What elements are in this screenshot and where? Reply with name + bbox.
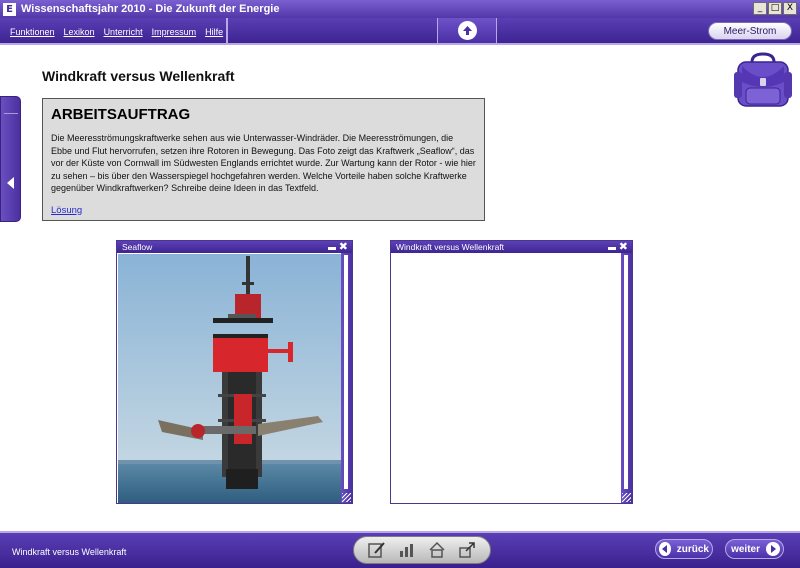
text-panel-scrollbar[interactable] — [621, 253, 632, 503]
text-panel-title: Windkraft versus Wellenkraft — [396, 242, 505, 252]
close-button[interactable]: X — [783, 2, 797, 15]
text-panel-header[interactable]: Windkraft versus Wellenkraft ✖ — [391, 241, 632, 253]
arrow-right-icon — [766, 542, 780, 556]
seaflow-photo — [118, 254, 342, 503]
menu-item-impressum[interactable]: Impressum — [152, 27, 197, 37]
maximize-button[interactable]: □ — [768, 2, 782, 15]
photo-panel-controls: ✖ — [327, 241, 348, 253]
window-titlebar: E Wissenschaftsjahr 2010 - Die Zukunft d… — [0, 0, 800, 18]
menu-item-funktionen[interactable]: Funktionen — [10, 27, 55, 37]
resize-grip-icon[interactable] — [622, 493, 631, 502]
home-tool-icon[interactable] — [426, 540, 448, 560]
window-controls: _ □ X — [753, 2, 797, 15]
app-icon: E — [3, 2, 16, 16]
photo-panel-header[interactable]: Seaflow ✖ — [117, 241, 352, 253]
arrow-left-icon — [659, 542, 671, 556]
menu-item-unterricht[interactable]: Unterricht — [104, 27, 143, 37]
bottom-bar: Windkraft versus Wellenkraft zurück weit… — [0, 531, 800, 568]
task-text: Die Meeresströmungskraftwerke sehen aus … — [51, 133, 476, 193]
footer-title: Windkraft versus Wellenkraft — [12, 547, 127, 557]
menu-items: Funktionen Lexikon Unterricht Impressum … — [10, 18, 223, 45]
schoolbag-icon[interactable] — [732, 52, 794, 110]
text-panel-controls: ✖ — [607, 241, 628, 253]
task-heading: ARBEITSAUFTRAG — [51, 106, 191, 123]
pencil-tool-icon[interactable] — [366, 540, 388, 560]
photo-panel-scrollbar[interactable] — [341, 253, 352, 503]
back-label: zurück — [676, 543, 709, 555]
page-title: Windkraft versus Wellenkraft — [42, 68, 235, 84]
menu-item-hilfe[interactable]: Hilfe — [205, 27, 223, 37]
next-label: weiter — [731, 543, 760, 555]
topic-button[interactable]: Meer-Strom — [708, 22, 792, 40]
close-icon[interactable]: ✖ — [619, 241, 628, 252]
up-button[interactable] — [437, 18, 497, 43]
scrollbar-thumb[interactable] — [344, 255, 348, 489]
chart-tool-icon[interactable] — [396, 540, 418, 560]
toolbar — [353, 536, 491, 564]
arrow-left-icon — [7, 177, 14, 189]
answer-textarea[interactable] — [392, 254, 620, 503]
side-panel-toggle[interactable] — [0, 96, 21, 222]
close-icon[interactable]: ✖ — [339, 241, 348, 252]
photo-panel: Seaflow ✖ — [116, 240, 353, 504]
back-button[interactable]: zurück — [655, 539, 713, 559]
menu-divider — [226, 18, 228, 45]
minimize-icon[interactable] — [607, 247, 616, 250]
side-tab-divider — [4, 113, 18, 114]
scrollbar-thumb[interactable] — [624, 255, 628, 489]
export-tool-icon[interactable] — [456, 540, 478, 560]
resize-grip-icon[interactable] — [342, 493, 351, 502]
window-title: Wissenschaftsjahr 2010 - Die Zukunft der… — [21, 3, 280, 15]
photo-panel-title: Seaflow — [122, 242, 153, 252]
next-button[interactable]: weiter — [725, 539, 784, 559]
menu-item-lexikon[interactable]: Lexikon — [64, 27, 95, 37]
menu-bar: Funktionen Lexikon Unterricht Impressum … — [0, 18, 800, 45]
task-box: ARBEITSAUFTRAG Die Meeresströmungskraftw… — [42, 98, 485, 221]
minimize-icon[interactable] — [327, 247, 336, 250]
arrow-up-icon — [457, 21, 477, 40]
text-panel: Windkraft versus Wellenkraft ✖ — [390, 240, 633, 504]
solution-link[interactable]: Lösung — [51, 205, 82, 216]
minimize-button[interactable]: _ — [753, 2, 767, 15]
